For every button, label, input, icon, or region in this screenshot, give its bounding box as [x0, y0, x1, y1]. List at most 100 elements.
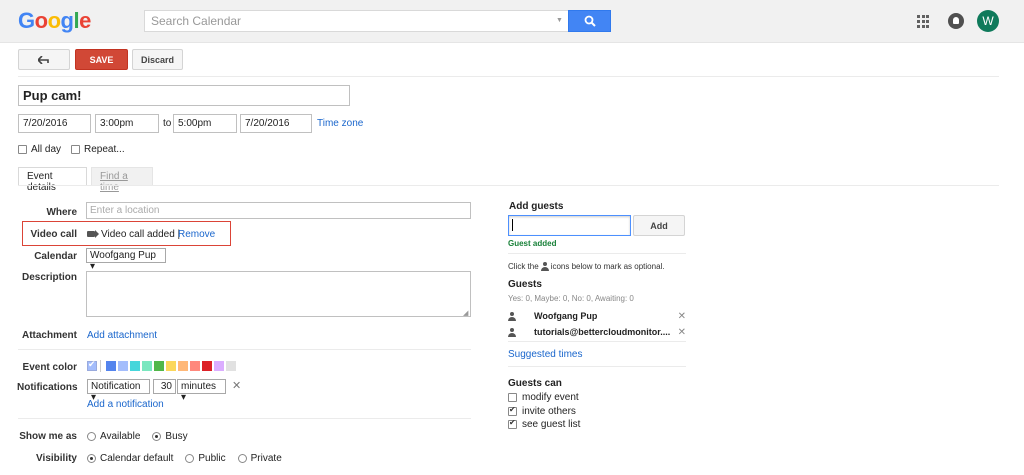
- permission-label: invite others: [522, 406, 576, 417]
- divider: [508, 366, 686, 367]
- permission-label: modify event: [522, 392, 579, 403]
- avatar[interactable]: W: [977, 10, 999, 32]
- add-guests-heading: Add guests: [509, 201, 564, 212]
- where-input[interactable]: Enter a location: [86, 202, 471, 219]
- video-call-remove-link[interactable]: Remove: [178, 229, 215, 240]
- modify-event-checkbox[interactable]: [508, 393, 517, 402]
- permission-see-guest-list: see guest list: [508, 418, 581, 430]
- search-options-icon[interactable]: ▼: [556, 17, 563, 24]
- remove-notification-icon[interactable]: ✕: [232, 379, 241, 392]
- radio-busy[interactable]: Busy: [152, 431, 188, 442]
- event-title-input[interactable]: Pup cam!: [18, 85, 350, 106]
- apps-grid-icon[interactable]: [917, 15, 931, 29]
- tab-find-a-time[interactable]: Find a time: [91, 167, 153, 193]
- guest-response-stats: Yes: 0, Maybe: 0, No: 0, Awaiting: 0: [508, 294, 634, 303]
- end-date-input[interactable]: 7/20/2016: [240, 114, 312, 133]
- start-time-input[interactable]: 3:00pm: [95, 114, 159, 133]
- tab-event-details[interactable]: Event details: [18, 167, 87, 193]
- remove-guest-icon[interactable]: ✕: [678, 311, 686, 322]
- radio-calendar-default[interactable]: Calendar default: [87, 453, 173, 464]
- allday-checkbox[interactable]: [18, 145, 27, 154]
- person-icon[interactable]: [508, 327, 516, 337]
- calendar-select[interactable]: Woofgang Pup ▾: [86, 248, 166, 272]
- invite-others-checkbox[interactable]: [508, 405, 517, 416]
- guest-added-status: Guest added: [508, 239, 557, 248]
- radio-label: Private: [250, 453, 282, 464]
- notifications-label: Notifications: [17, 382, 78, 393]
- remove-guest-icon[interactable]: ✕: [678, 327, 686, 338]
- color-swatch[interactable]: [166, 361, 176, 371]
- add-attachment-link[interactable]: Add attachment: [87, 330, 157, 341]
- color-separator: [100, 360, 101, 372]
- save-button[interactable]: SAVE: [75, 49, 128, 70]
- guest-name: Woofgang Pup: [534, 311, 598, 321]
- suggested-times-link[interactable]: Suggested times: [508, 349, 583, 360]
- radio-private[interactable]: Private: [237, 453, 282, 464]
- color-swatch[interactable]: [202, 361, 212, 371]
- resize-grip-icon[interactable]: ◢: [463, 309, 468, 317]
- tab-divider: [18, 185, 999, 186]
- guest-row: tutorials@bettercloudmonitor.... ✕: [508, 324, 686, 340]
- divider: [18, 418, 471, 419]
- start-date-input[interactable]: 7/20/2016: [18, 114, 91, 133]
- see-guest-list-checkbox[interactable]: [508, 418, 517, 429]
- color-swatch[interactable]: [154, 361, 164, 371]
- color-swatch[interactable]: [142, 361, 152, 371]
- radio-icon: [87, 454, 96, 463]
- radio-label: Busy: [165, 431, 188, 442]
- search-button[interactable]: [568, 10, 611, 32]
- color-palette: [87, 359, 236, 372]
- logo-letter: o: [47, 8, 61, 33]
- color-swatch[interactable]: [106, 361, 116, 371]
- person-icon[interactable]: [508, 311, 516, 321]
- add-notification-link[interactable]: Add a notification: [87, 399, 164, 410]
- divider: [508, 341, 686, 342]
- color-swatch-selected[interactable]: [87, 359, 97, 371]
- divider: [18, 349, 471, 350]
- description-label: Description: [21, 272, 77, 283]
- notification-amount-input[interactable]: 30: [153, 379, 176, 394]
- guest-name: tutorials@bettercloudmonitor....: [534, 327, 671, 337]
- logo-letter: o: [34, 8, 48, 33]
- guests-heading: Guests: [508, 279, 542, 290]
- back-button[interactable]: [18, 49, 70, 70]
- color-swatch[interactable]: [190, 361, 200, 371]
- timezone-link[interactable]: Time zone: [317, 118, 363, 129]
- to-label: to: [163, 118, 172, 129]
- calendar-label: Calendar: [34, 251, 77, 262]
- notification-type-select[interactable]: Notification ▾: [87, 379, 150, 403]
- color-swatch[interactable]: [118, 361, 128, 371]
- attachment-label: Attachment: [21, 330, 77, 341]
- permission-label: see guest list: [522, 419, 581, 430]
- search-input[interactable]: Search Calendar: [144, 10, 569, 32]
- optional-note-text: Click the: [508, 262, 539, 271]
- color-swatch[interactable]: [226, 361, 236, 371]
- repeat-label: Repeat...: [84, 144, 125, 155]
- end-time-input[interactable]: 5:00pm: [173, 114, 237, 133]
- visibility-label: Visibility: [36, 453, 77, 464]
- radio-label: Public: [198, 453, 226, 464]
- event-color-label: Event color: [22, 362, 77, 373]
- guest-row: Woofgang Pup ✕: [508, 308, 686, 324]
- search-icon: [584, 15, 596, 27]
- notifications-icon[interactable]: [948, 13, 964, 29]
- optional-note: Click the icons below to mark as optiona…: [508, 262, 665, 271]
- discard-button[interactable]: Discard: [132, 49, 183, 70]
- radio-public[interactable]: Public: [185, 453, 226, 464]
- description-textarea[interactable]: [86, 271, 471, 317]
- color-swatch[interactable]: [214, 361, 224, 371]
- divider: [18, 76, 999, 77]
- google-logo[interactable]: Google: [18, 8, 91, 34]
- repeat-checkbox[interactable]: [71, 145, 81, 154]
- notification-unit-select[interactable]: minutes ▾: [177, 379, 226, 403]
- add-guest-button[interactable]: Add: [633, 215, 685, 236]
- guest-email-input[interactable]: [508, 215, 631, 236]
- logo-letter: g: [60, 8, 74, 33]
- show-me-as-label: Show me as: [19, 431, 77, 442]
- radio-available[interactable]: Available: [87, 431, 140, 442]
- color-swatch[interactable]: [178, 361, 188, 371]
- permission-invite-others: invite others: [508, 405, 576, 417]
- visibility-options: Calendar default Public Private: [87, 453, 282, 464]
- color-swatch[interactable]: [130, 361, 140, 371]
- where-label: Where: [46, 207, 77, 218]
